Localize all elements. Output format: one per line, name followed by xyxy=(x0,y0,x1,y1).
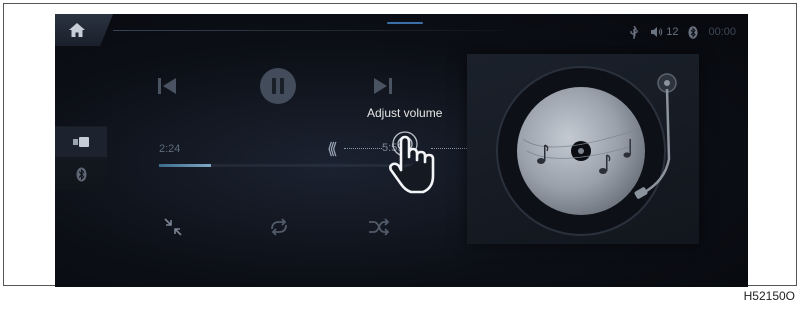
bluetooth-icon xyxy=(76,167,86,181)
pause-button[interactable] xyxy=(259,67,297,105)
home-button[interactable] xyxy=(55,14,113,46)
vinyl-record-icon xyxy=(496,66,677,236)
volume-level: 12 xyxy=(666,26,679,38)
volume-status: 12 xyxy=(650,26,678,38)
progress-fill xyxy=(159,164,211,167)
home-icon xyxy=(69,23,85,37)
media-source-icon xyxy=(73,137,89,147)
infotainment-screen: 12 00:00 2:24 Adjust volume ⟨⟨⟨ 5:59 xyxy=(55,14,748,287)
shuffle-icon[interactable] xyxy=(367,218,391,236)
next-track-icon[interactable] xyxy=(372,76,394,96)
shrink-icon[interactable] xyxy=(163,217,183,237)
gesture-hint-label: Adjust volume xyxy=(367,106,443,120)
media-source-button[interactable] xyxy=(55,127,107,157)
status-bar: 12 00:00 xyxy=(628,24,736,40)
clock: 00:00 xyxy=(708,26,736,38)
top-divider xyxy=(113,30,503,31)
slide-left-arrows: ⟨⟨⟨ xyxy=(327,141,338,158)
bluetooth-source-button[interactable] xyxy=(55,159,107,189)
figure-code: H52150O xyxy=(743,289,795,303)
page-indicator xyxy=(387,22,423,24)
elapsed-time: 2:24 xyxy=(159,143,181,155)
bluetooth-icon xyxy=(688,25,699,39)
usb-icon xyxy=(630,25,638,39)
source-panel xyxy=(55,126,107,190)
repeat-icon[interactable] xyxy=(268,217,290,237)
volume-icon xyxy=(651,27,663,37)
slide-track-left xyxy=(344,148,382,149)
previous-track-icon[interactable] xyxy=(156,76,178,96)
progress-bar[interactable] xyxy=(159,164,419,167)
hand-gesture-icon xyxy=(389,131,435,194)
